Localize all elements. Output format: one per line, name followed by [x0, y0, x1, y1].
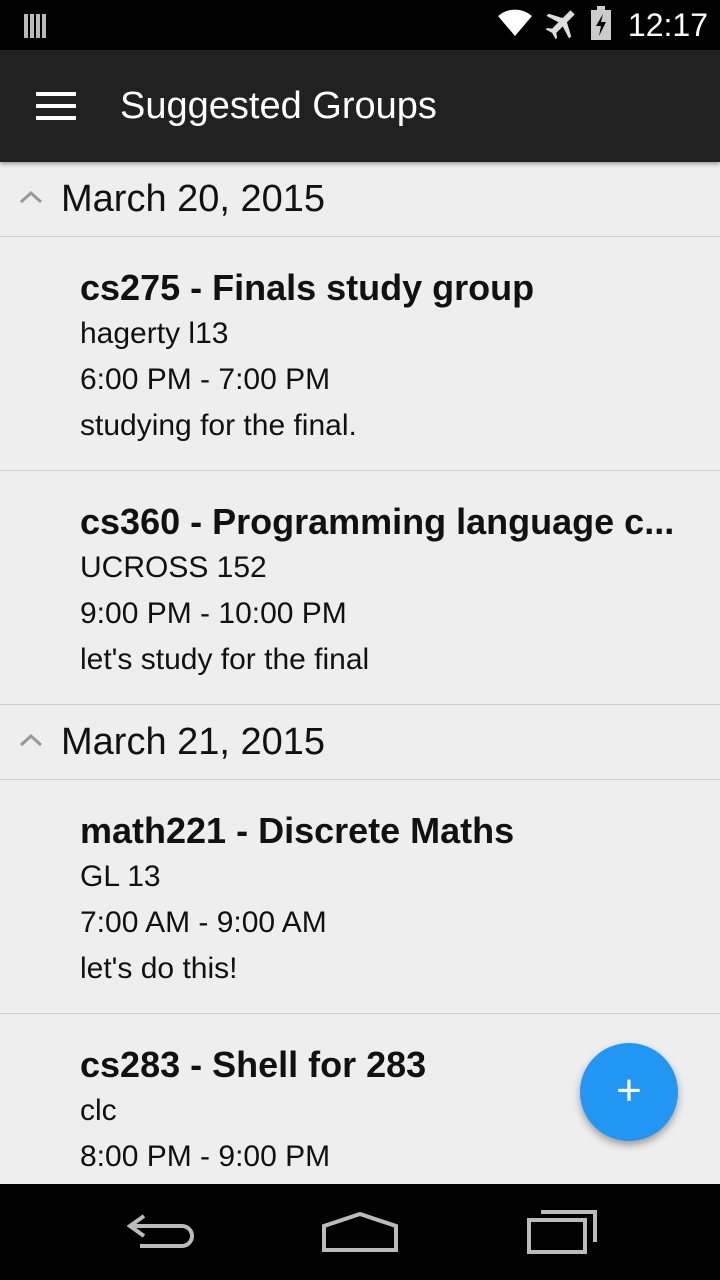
list-item[interactable]: cs275 - Finals study group hagerty l13 6… [0, 237, 720, 471]
signal-bars-icon [24, 12, 50, 42]
group-description: let's do this! [80, 952, 238, 985]
hamburger-menu-icon[interactable] [24, 84, 88, 128]
group-title: cs360 - Programming language c... [80, 501, 675, 542]
chevron-up-icon [19, 733, 43, 747]
chevron-up-icon [19, 190, 43, 204]
home-icon[interactable] [310, 1202, 410, 1262]
group-description: studying for the final. [80, 409, 357, 442]
group-time: 6:00 PM - 7:00 PM [80, 363, 331, 396]
group-description: let's study for the final [80, 643, 370, 676]
add-group-button[interactable]: + [580, 1043, 678, 1141]
group-location: UCROSS 152 [80, 551, 267, 584]
back-icon[interactable] [110, 1202, 210, 1262]
group-title: math221 - Discrete Maths [80, 810, 515, 851]
group-time: 9:00 PM - 10:00 PM [80, 597, 347, 630]
navigation-bar [0, 1184, 720, 1280]
group-title: cs275 - Finals study group [80, 267, 535, 308]
date-header[interactable]: March 20, 2015 [0, 162, 720, 237]
status-time: 12:17 [627, 6, 708, 43]
group-time: 8:00 PM - 9:00 PM [80, 1140, 331, 1173]
group-location: GL 13 [80, 860, 161, 893]
page-title: Suggested Groups [120, 85, 437, 127]
group-location: hagerty l13 [80, 317, 229, 350]
recent-apps-icon[interactable] [515, 1202, 615, 1262]
airplane-mode-icon [544, 6, 580, 44]
date-label: March 21, 2015 [61, 721, 326, 763]
groups-list[interactable]: March 20, 2015 cs275 - Finals study grou… [0, 162, 720, 1184]
app-bar: Suggested Groups [0, 50, 720, 162]
list-item[interactable]: cs360 - Programming language c... UCROSS… [0, 471, 720, 705]
date-header[interactable]: March 21, 2015 [0, 705, 720, 780]
date-label: March 20, 2015 [61, 178, 326, 220]
status-bar: 12:17 [0, 0, 720, 50]
wifi-icon [496, 8, 534, 42]
group-time: 7:00 AM - 9:00 AM [80, 906, 327, 939]
battery-icon [590, 6, 612, 44]
list-item[interactable]: math221 - Discrete Maths GL 13 7:00 AM -… [0, 780, 720, 1014]
